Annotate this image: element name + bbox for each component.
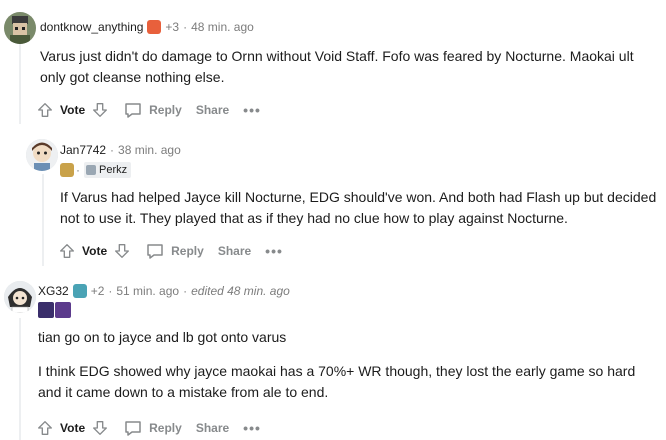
comment-paragraph: If Varus had helped Jayce kill Nocturne,… bbox=[60, 189, 657, 226]
score: +3 bbox=[165, 20, 180, 34]
thread-line[interactable] bbox=[19, 44, 21, 124]
comment-actions: Vote Reply Share ••• bbox=[58, 239, 283, 263]
timestamp[interactable]: 51 min. ago bbox=[116, 284, 179, 298]
separator: · bbox=[183, 284, 188, 298]
timestamp[interactable]: 48 min. ago bbox=[191, 20, 254, 34]
avatar[interactable] bbox=[4, 281, 36, 313]
thread-line[interactable] bbox=[19, 318, 21, 440]
champion-flair-icon bbox=[38, 302, 54, 318]
share-button[interactable]: Share bbox=[218, 244, 251, 258]
separator: · bbox=[108, 284, 113, 298]
username[interactable]: XG32 bbox=[38, 284, 69, 298]
reply-button[interactable]: Reply bbox=[123, 100, 182, 120]
reply-button[interactable]: Reply bbox=[145, 241, 204, 261]
comment-bubble-icon bbox=[147, 244, 163, 259]
player-flair-icon bbox=[86, 165, 96, 175]
user-flairs bbox=[38, 302, 71, 318]
more-options-button[interactable]: ••• bbox=[265, 243, 283, 259]
separator: · bbox=[183, 20, 188, 34]
team-flair-icon bbox=[60, 163, 74, 177]
champion-flair-icon bbox=[55, 302, 71, 318]
upvote-icon[interactable] bbox=[36, 418, 54, 438]
comment-bubble-icon bbox=[125, 421, 141, 436]
comment-body: tian go on to jayce and lb got onto varu… bbox=[38, 327, 658, 411]
downvote-icon[interactable] bbox=[91, 418, 109, 438]
reply-label: Reply bbox=[149, 103, 182, 117]
comment-actions: Vote Reply Share ••• bbox=[36, 98, 261, 122]
vote-label: Vote bbox=[60, 103, 86, 117]
avatar-image bbox=[4, 12, 36, 44]
separator: · bbox=[76, 163, 80, 177]
avatar-image bbox=[26, 139, 58, 171]
reply-label: Reply bbox=[171, 244, 204, 258]
comment-paragraph: Varus just didn't do damage to Ornn with… bbox=[40, 48, 634, 85]
more-options-button[interactable]: ••• bbox=[243, 420, 261, 436]
more-options-button[interactable]: ••• bbox=[243, 102, 261, 118]
comment-actions: Vote Reply Share ••• bbox=[36, 416, 261, 440]
reply-button[interactable]: Reply bbox=[123, 418, 182, 438]
downvote-icon[interactable] bbox=[91, 100, 109, 120]
comment-body: If Varus had helped Jayce kill Nocturne,… bbox=[60, 187, 658, 237]
comment-bubble-icon bbox=[125, 103, 141, 118]
reply-label: Reply bbox=[149, 421, 182, 435]
username[interactable]: dontknow_anything bbox=[40, 20, 143, 34]
user-flairs: · Perkz bbox=[60, 162, 132, 178]
separator: · bbox=[110, 143, 115, 157]
comment-body: Varus just didn't do damage to Ornn with… bbox=[40, 46, 650, 96]
vote-label: Vote bbox=[60, 421, 86, 435]
avatar-image bbox=[4, 281, 36, 313]
comment-meta: dontknow_anything +3 · 48 min. ago bbox=[40, 20, 254, 34]
user-flair-icon bbox=[147, 20, 162, 34]
upvote-icon[interactable] bbox=[36, 100, 54, 120]
share-button[interactable]: Share bbox=[196, 103, 229, 117]
avatar[interactable] bbox=[26, 139, 58, 171]
user-flair-label: Perkz bbox=[99, 164, 128, 176]
thread-line[interactable] bbox=[42, 174, 44, 266]
user-flair-icon bbox=[72, 284, 87, 298]
comment-meta: XG32 +2 · 51 min. ago · edited 48 min. a… bbox=[38, 284, 290, 298]
timestamp[interactable]: 38 min. ago bbox=[118, 143, 181, 157]
avatar[interactable] bbox=[4, 12, 36, 44]
score: +2 bbox=[90, 284, 105, 298]
downvote-icon[interactable] bbox=[113, 241, 131, 261]
share-button[interactable]: Share bbox=[196, 421, 229, 435]
comment-meta: Jan7742 · 38 min. ago bbox=[60, 143, 181, 157]
username[interactable]: Jan7742 bbox=[60, 143, 106, 157]
user-flair: Perkz bbox=[84, 162, 132, 178]
edited-timestamp: edited 48 min. ago bbox=[191, 284, 290, 298]
comment-paragraph: I think EDG showed why jayce maokai has … bbox=[38, 363, 636, 400]
vote-label: Vote bbox=[82, 244, 108, 258]
comment-paragraph: tian go on to jayce and lb got onto varu… bbox=[38, 329, 287, 345]
upvote-icon[interactable] bbox=[58, 241, 76, 261]
